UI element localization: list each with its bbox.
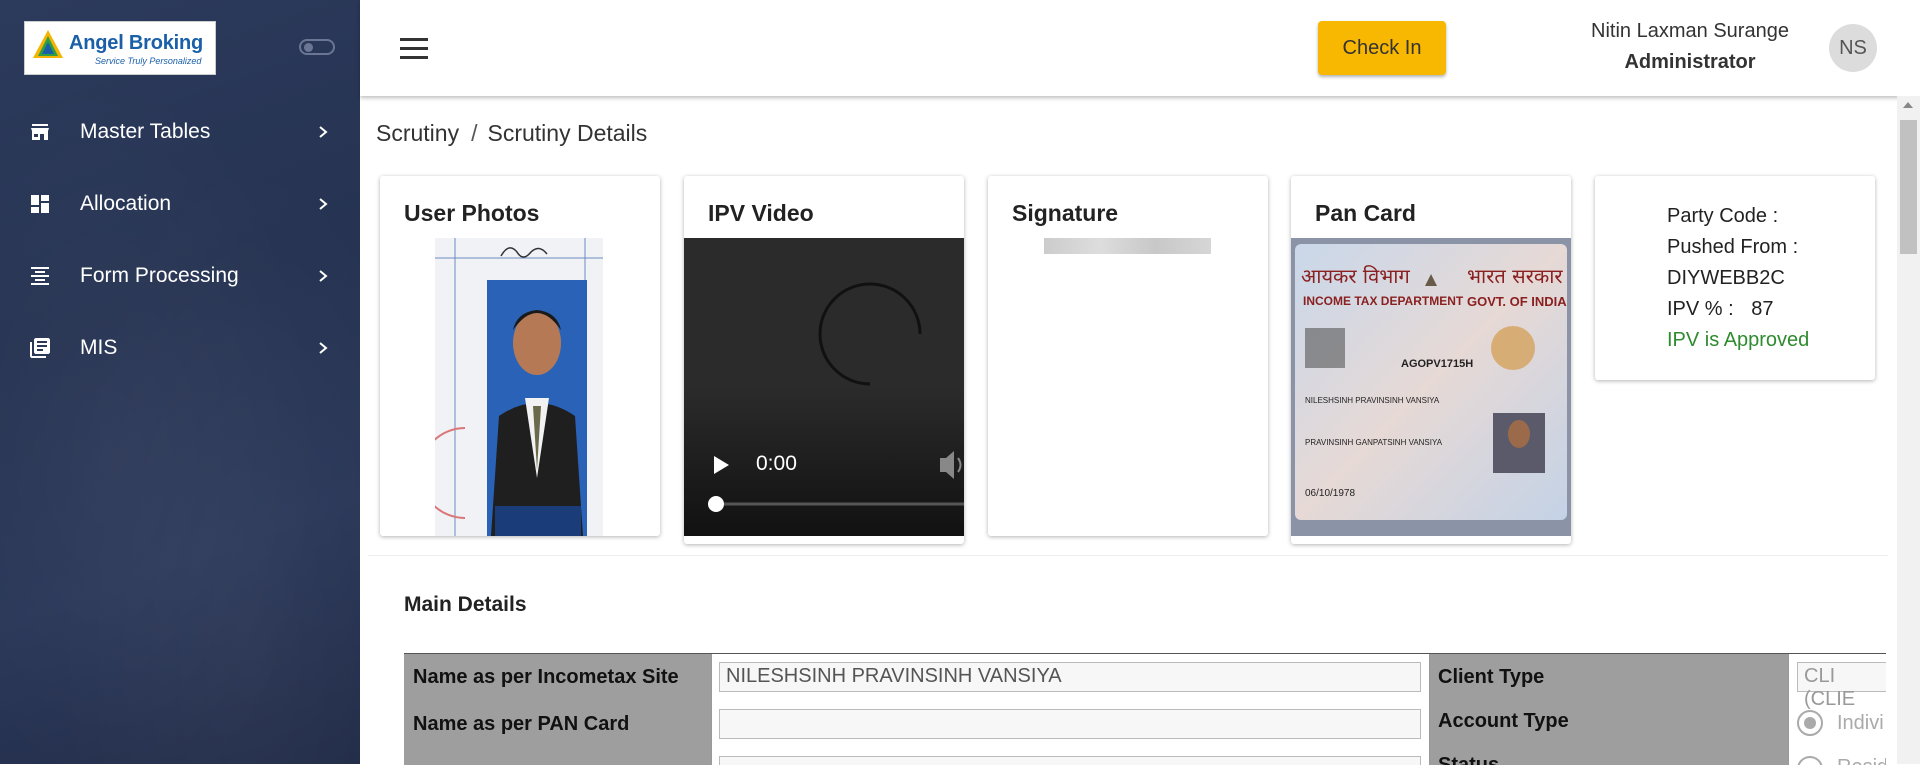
scroll-up-icon[interactable]	[1903, 102, 1913, 108]
incometax-name-field[interactable]: NILESHSINH PRAVINSINH VANSIYA	[719, 662, 1421, 692]
pan-hindi-right: भारत सरकार	[1467, 264, 1563, 288]
chevron-right-icon	[319, 342, 328, 354]
sidebar-item-label: MIS	[80, 336, 118, 359]
section-divider	[368, 555, 1888, 556]
account-type-option: Indivi	[1837, 712, 1884, 734]
chevron-right-icon	[319, 198, 328, 210]
row-label: Name as per PAN Card	[413, 713, 630, 735]
main-details-table: Name as per Incometax Site NILESHSINH PR…	[404, 653, 1886, 765]
pushed-from-label: Pushed From :	[1667, 236, 1799, 258]
row-label: Account Type	[1438, 710, 1569, 732]
top-header: Check In Nitin Laxman Surange Administra…	[360, 0, 1920, 96]
column-divider	[711, 654, 712, 765]
angel-logo-icon	[33, 30, 63, 58]
user-photo-image[interactable]	[435, 238, 603, 536]
sidebar-item-form-processing[interactable]: Form Processing	[0, 246, 360, 306]
dashboard-icon	[31, 195, 49, 213]
toggle-knob	[304, 43, 313, 52]
pan-number: AGOPV1715H	[1401, 358, 1474, 370]
play-icon[interactable]	[708, 450, 734, 478]
ipv-video-player[interactable]: 0:00	[684, 238, 964, 536]
brand-tagline: Service Truly Personalized	[95, 56, 202, 66]
ipv-status: IPV is Approved	[1667, 329, 1810, 351]
card-title: IPV Video	[708, 200, 814, 226]
pan-father-name: PRAVINSINH GANPATSINH VANSIYA	[1305, 438, 1443, 447]
main-details-title: Main Details	[404, 593, 527, 616]
chevron-right-icon	[319, 126, 328, 138]
brand-logo[interactable]: Angel Broking Service Truly Personalized	[24, 21, 216, 75]
sidebar-toggle[interactable]	[299, 39, 335, 55]
signature-card: Signature	[988, 176, 1268, 536]
scroll-thumb[interactable]	[1900, 120, 1917, 254]
row-label: Status	[1438, 754, 1500, 765]
sidebar-item-mis[interactable]: MIS	[0, 318, 360, 378]
sidebar-item-label: Form Processing	[80, 264, 239, 287]
account-type-radio[interactable]	[1797, 710, 1823, 736]
page-scrollbar[interactable]	[1897, 96, 1920, 764]
avatar[interactable]: NS	[1829, 24, 1877, 72]
pan-hindi-left: आयकर विभाग	[1301, 264, 1410, 288]
ipv-percent-label: IPV % :	[1667, 298, 1734, 320]
breadcrumb-root[interactable]: Scrutiny	[376, 120, 459, 146]
pan-card-image[interactable]: आयकर विभाग भारत सरकार INCOME TAX DEPARTM…	[1291, 238, 1571, 536]
pan-govt: GOVT. OF INDIA	[1467, 294, 1567, 309]
signature-image[interactable]	[1044, 238, 1211, 254]
client-type-field[interactable]: CLI (CLIE	[1797, 662, 1886, 710]
pan-holder-name: NILESHSINH PRAVINSINH VANSIYA	[1305, 396, 1440, 405]
pan-dob: 06/10/1978	[1305, 488, 1356, 499]
sidebar-item-master-tables[interactable]: Master Tables	[0, 102, 360, 162]
volume-icon[interactable]	[936, 450, 964, 480]
ipv-percent-value: 87	[1751, 298, 1774, 320]
library-books-icon	[30, 338, 50, 358]
chevron-right-icon	[319, 270, 328, 282]
breadcrumb-separator: /	[471, 120, 478, 146]
column-divider	[1788, 654, 1789, 765]
row-label: Name as per Incometax Site	[413, 666, 679, 688]
user-name: Nitin Laxman Surange	[1591, 20, 1789, 42]
breadcrumb: Scrutiny / Scrutiny Details	[376, 120, 647, 147]
card-title: Signature	[1012, 200, 1119, 226]
party-code-label: Party Code :	[1667, 205, 1779, 227]
column-divider	[1429, 654, 1430, 765]
menu-icon[interactable]	[400, 38, 428, 60]
sidebar-item-label: Master Tables	[80, 120, 211, 143]
video-time: 0:00	[756, 452, 797, 475]
brand-name: Angel Broking	[69, 32, 204, 54]
user-role: Administrator	[1624, 51, 1756, 73]
sidebar: Angel Broking Service Truly Personalized…	[0, 0, 360, 764]
card-title: User Photos	[404, 200, 540, 226]
ipv-percent: IPV % : 87	[1667, 298, 1774, 321]
breadcrumb-current: Scrutiny Details	[487, 120, 648, 146]
store-icon	[31, 124, 49, 140]
radio-dot	[1804, 717, 1816, 729]
sidebar-item-label: Allocation	[80, 192, 172, 215]
row-label: Client Type	[1438, 666, 1545, 688]
align-center-icon	[31, 267, 49, 285]
pan-name-field[interactable]	[719, 709, 1421, 739]
pan-dept: INCOME TAX DEPARTMENT	[1303, 294, 1464, 308]
seek-bar[interactable]	[708, 494, 964, 514]
card-title: Pan Card	[1315, 200, 1416, 226]
pushed-from-value: DIYWEBB2C	[1667, 267, 1785, 289]
sidebar-item-allocation[interactable]: Allocation	[0, 174, 360, 234]
check-in-button[interactable]: Check In	[1318, 21, 1446, 75]
